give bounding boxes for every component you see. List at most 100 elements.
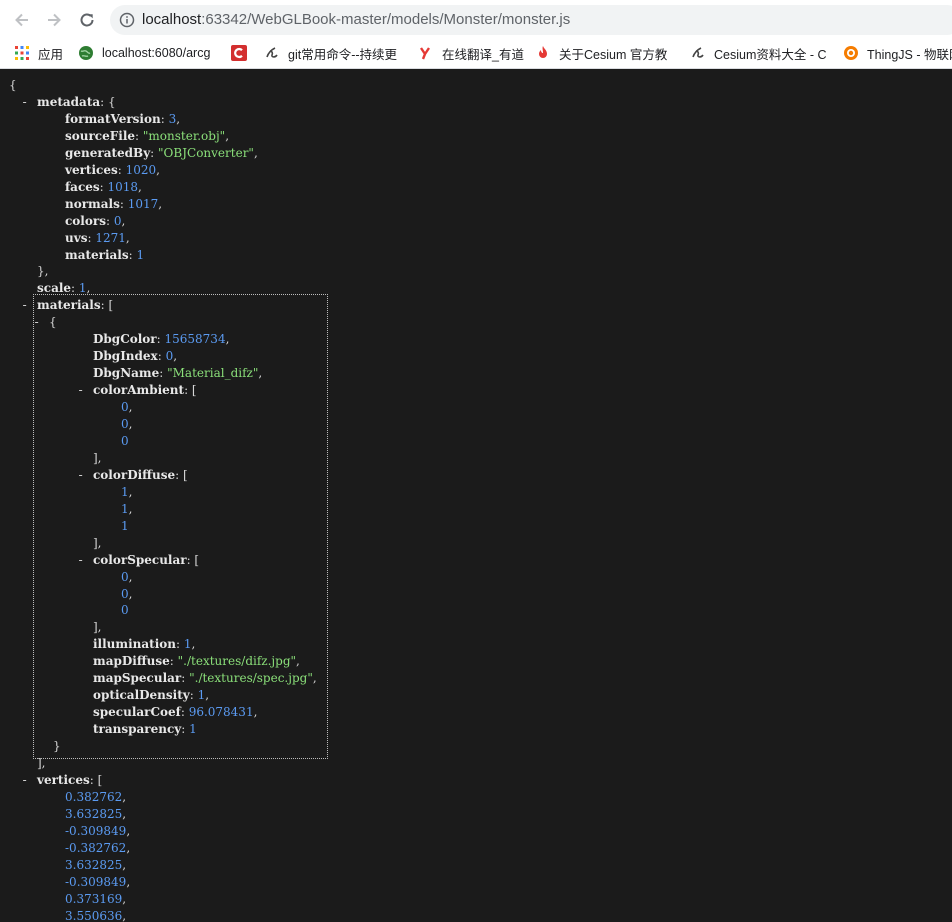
json-punct: , (225, 128, 230, 143)
json-key: DbgIndex (93, 349, 158, 364)
json-number: 1 (136, 247, 145, 262)
json-punct: , (122, 857, 127, 872)
json-punct: , (205, 688, 210, 703)
json-punct: , (125, 230, 130, 245)
json-punct: , (128, 501, 133, 516)
json-key: generatedBy (65, 145, 151, 160)
json-line: 0.373169, (65, 891, 126, 908)
json-line: colorSpecular: [ (93, 552, 199, 569)
json-line: 0, (121, 569, 132, 586)
browser-chrome: localhost:63342/WebGLBook-master/models/… (0, 0, 952, 69)
back-button[interactable] (10, 8, 34, 32)
json-number: 1 (121, 518, 129, 533)
json-punct: : (176, 637, 184, 652)
json-number: 1 (189, 722, 197, 737)
json-punct: : (117, 162, 126, 177)
json-line: DbgColor: 15658734, (93, 331, 229, 348)
collapse-toggle[interactable]: - (21, 772, 28, 789)
json-key: colorDiffuse (93, 467, 176, 482)
json-punct: , (312, 671, 317, 686)
json-line: 1, (121, 501, 132, 518)
bookmark-c[interactable] (231, 43, 251, 63)
thingjs-icon (843, 45, 859, 61)
json-number: 3.550636 (65, 908, 123, 922)
json-punct: : (160, 111, 169, 126)
json-line: vertices: 1020, (65, 162, 160, 179)
json-key: mapSpecular (93, 671, 182, 686)
json-key: illumination (93, 637, 176, 652)
json-punct: , (122, 891, 127, 906)
json-key: uvs (65, 230, 88, 245)
url-text[interactable]: localhost:63342/WebGLBook-master/models/… (142, 11, 570, 28)
json-key: normals (65, 196, 120, 211)
collapse-toggle[interactable]: - (77, 467, 84, 484)
json-punct: , (296, 654, 300, 669)
json-line: -0.309849, (65, 823, 130, 840)
json-number: 1 (183, 637, 192, 652)
json-punct: { (49, 315, 57, 330)
json-punct: , (158, 196, 163, 211)
json-string: "Material_difz" (167, 366, 259, 381)
json-line: 0.382762, (65, 789, 126, 806)
json-punct: : (150, 145, 159, 160)
collapse-toggle[interactable]: - (77, 382, 84, 399)
forward-arrow-icon (48, 13, 61, 27)
json-line: transparency: 1 (93, 721, 197, 738)
json-punct: , (121, 213, 126, 228)
json-line: sourceFile: "monster.obj", (65, 128, 229, 145)
bookmarks-bar: 应用 localhost:6080/arcg git常用命令--持续更 在线翻译… (0, 38, 952, 69)
bookmark-thingjs[interactable]: ThingJS - 物联网 (843, 43, 952, 63)
json-punct: , (253, 705, 258, 720)
site-info-icon[interactable] (119, 12, 135, 28)
json-line: colors: 0, (65, 213, 125, 230)
bookmark-arcgis[interactable]: localhost:6080/arcg (78, 43, 216, 63)
json-key: vertices (37, 772, 90, 787)
json-punct: , (126, 840, 131, 855)
bookmark-youdao[interactable]: 在线翻译_有道 (418, 43, 528, 63)
bookmark-git[interactable]: git常用命令--持续更 (264, 43, 411, 63)
json-key: sourceFile (65, 128, 136, 143)
collapse-toggle[interactable]: - (33, 314, 40, 331)
json-number: 0.382762 (65, 789, 123, 804)
address-bar[interactable]: localhost:63342/WebGLBook-master/models/… (110, 5, 952, 35)
json-punct: , (176, 111, 181, 126)
json-number: 15658734 (164, 332, 226, 347)
collapse-toggle[interactable]: - (21, 94, 28, 111)
forward-button[interactable] (42, 8, 66, 32)
json-punct: : [ (175, 467, 188, 482)
json-punct: : (135, 128, 143, 143)
json-number: 1017 (127, 196, 159, 211)
json-line: 0, (121, 586, 132, 603)
json-line: scale: 1, (37, 280, 90, 297)
json-punct: , (122, 806, 127, 821)
json-key: materials (65, 247, 129, 262)
json-line: 3.550636, (65, 908, 126, 922)
bookmark-cesium-tutorial[interactable]: 关于Cesium 官方教 (535, 43, 675, 63)
json-line: 1, (121, 484, 132, 501)
collapse-toggle[interactable]: - (21, 297, 28, 314)
bookmark-label: localhost:6080/arcg (102, 46, 211, 60)
json-punct: , (191, 637, 196, 652)
json-number: 0 (121, 586, 129, 601)
json-number: -0.382762 (65, 840, 127, 855)
url-host: localhost (142, 11, 202, 28)
back-arrow-icon (15, 13, 28, 27)
json-punct: : (156, 332, 165, 347)
json-number: 0 (121, 400, 129, 415)
reload-button[interactable] (75, 8, 99, 32)
json-punct: : (180, 705, 189, 720)
json-line: 0, (121, 399, 132, 416)
json-line: 0 (121, 602, 129, 619)
json-line: vertices: [ (37, 772, 102, 789)
json-string: "./textures/spec.jpg" (189, 671, 313, 686)
collapse-toggle[interactable]: - (77, 552, 84, 569)
bookmark-cesium-docs[interactable]: Cesium资料大全 - C (690, 43, 828, 63)
json-string: "monster.obj" (142, 128, 226, 143)
json-punct: , (126, 874, 131, 889)
json-line: 0, (121, 416, 132, 433)
json-key: metadata (37, 94, 101, 109)
json-number: 1 (78, 281, 87, 296)
bookmark-apps[interactable]: 应用 (14, 43, 74, 63)
bookmark-label: 在线翻译_有道 (442, 47, 524, 62)
json-key: faces (65, 179, 100, 194)
